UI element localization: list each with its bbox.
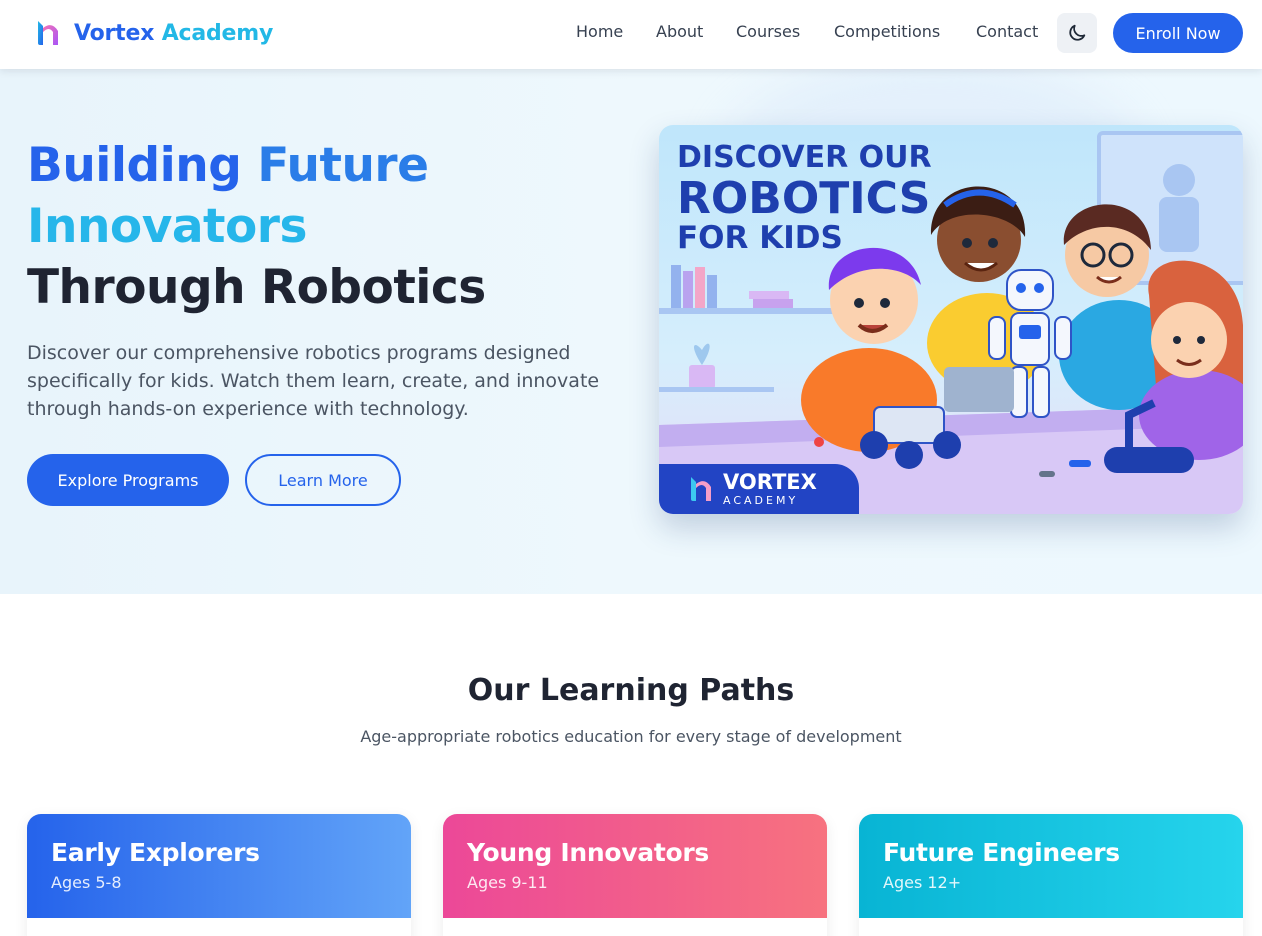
path-card-early-explorers[interactable]: Early Explorers Ages 5-8 bbox=[27, 814, 411, 936]
path-card-header: Future Engineers Ages 12+ bbox=[859, 814, 1243, 918]
path-card-ages: Ages 12+ bbox=[883, 873, 962, 892]
path-card-header: Early Explorers Ages 5-8 bbox=[27, 814, 411, 918]
brand-name: Vortex Academy bbox=[74, 20, 274, 46]
hero-illustration: DISCOVER OUR ROBOTICS FOR KIDS VORTEX AC… bbox=[659, 125, 1243, 514]
illustration-heading: DISCOVER OUR ROBOTICS FOR KIDS bbox=[677, 143, 932, 254]
hero-title-line-robotics: Through Robotics bbox=[27, 260, 486, 315]
learning-paths-subtitle: Age-appropriate robotics education for e… bbox=[360, 727, 902, 746]
path-card-title: Future Engineers bbox=[883, 838, 1120, 867]
learn-more-button[interactable]: Learn More bbox=[245, 454, 401, 506]
path-card-ages: Ages 9-11 bbox=[467, 873, 548, 892]
path-card-title: Early Explorers bbox=[51, 838, 260, 867]
hero-title-word-future: Future bbox=[257, 138, 429, 193]
path-card-future-engineers[interactable]: Future Engineers Ages 12+ bbox=[859, 814, 1243, 936]
theme-toggle-button[interactable] bbox=[1057, 13, 1097, 53]
badge-brand: VORTEX ACADEMY bbox=[723, 470, 817, 507]
vortex-logo-icon bbox=[38, 21, 58, 45]
illustration-academy-badge: VORTEX ACADEMY bbox=[659, 464, 859, 514]
illustration-heading-line2: ROBOTICS bbox=[677, 173, 931, 224]
hero-title-word-innovators: Innovators bbox=[27, 199, 307, 254]
nav-link-contact[interactable]: Contact bbox=[976, 22, 1038, 41]
path-card-title: Young Innovators bbox=[467, 838, 709, 867]
path-card-ages: Ages 5-8 bbox=[51, 873, 122, 892]
hero-description: Discover our comprehensive robotics prog… bbox=[27, 342, 600, 420]
hero-section: Building Future Innovators Through Robot… bbox=[0, 69, 1262, 594]
brand-logo-link[interactable]: Vortex Academy bbox=[34, 18, 273, 48]
learning-paths-title: Our Learning Paths bbox=[467, 673, 795, 708]
vortex-badge-logo-icon bbox=[691, 477, 711, 501]
nav-link-courses[interactable]: Courses bbox=[736, 22, 800, 41]
nav-link-about[interactable]: About bbox=[656, 22, 703, 41]
illustration-heading-line3: FOR KIDS bbox=[677, 220, 843, 256]
moon-icon bbox=[1069, 24, 1086, 41]
path-card-header: Young Innovators Ages 9-11 bbox=[443, 814, 827, 918]
illustration-heading-line1: DISCOVER OUR bbox=[677, 140, 932, 175]
hero-title: Building Future Innovators Through Robot… bbox=[27, 135, 486, 318]
explore-programs-button[interactable]: Explore Programs bbox=[27, 454, 229, 506]
enroll-now-button[interactable]: Enroll Now bbox=[1113, 13, 1243, 53]
hero-title-word-building: Building bbox=[27, 138, 242, 193]
path-card-young-innovators[interactable]: Young Innovators Ages 9-11 bbox=[443, 814, 827, 936]
nav-link-home[interactable]: Home bbox=[576, 22, 623, 41]
top-navbar: Vortex Academy Home About Courses Compet… bbox=[0, 0, 1262, 69]
nav-link-competitions[interactable]: Competitions bbox=[834, 22, 940, 41]
